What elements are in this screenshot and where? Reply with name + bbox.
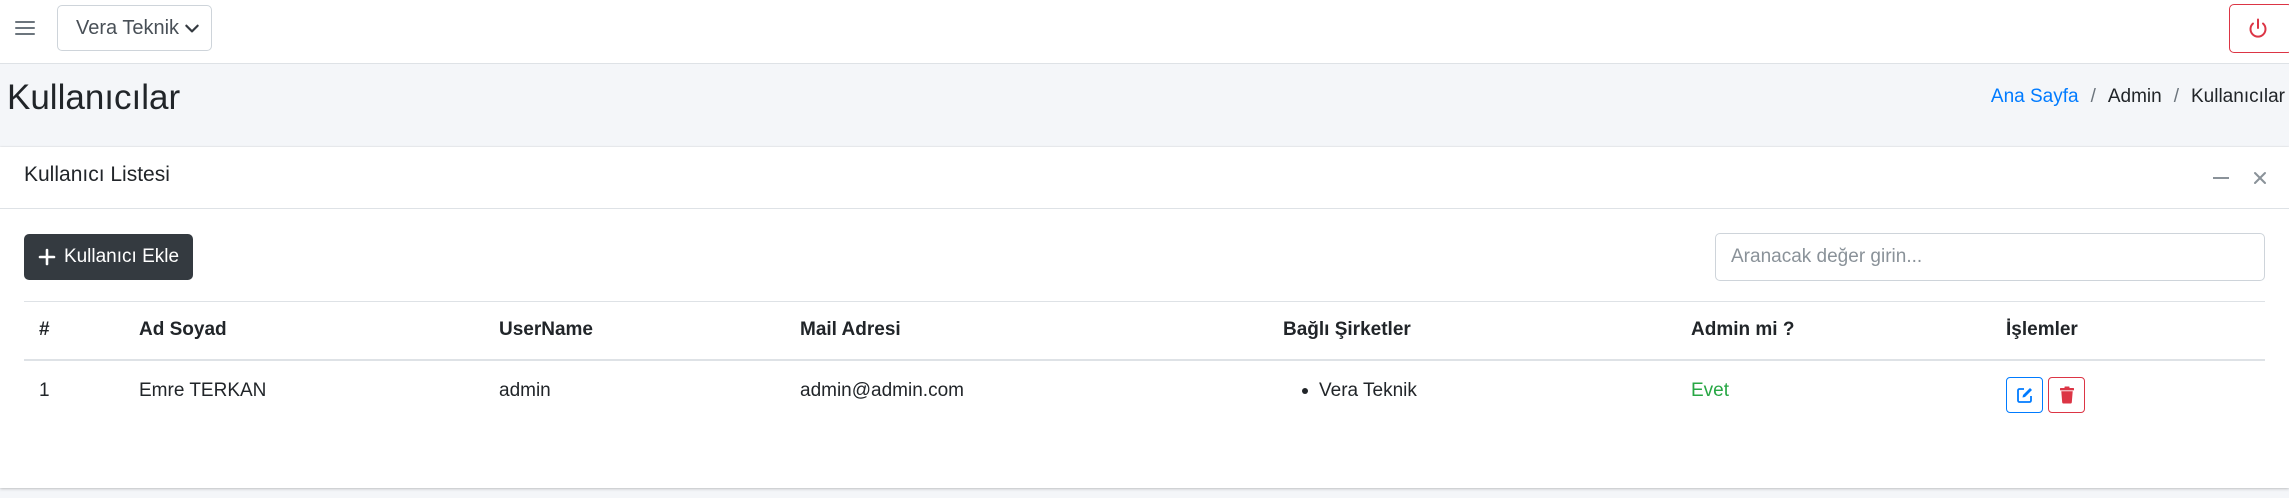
column-header-is-admin: Admin mi ? [1691,319,1795,340]
breadcrumb-home-link[interactable]: Ana Sayfa [1991,86,2079,108]
edit-user-button[interactable] [2006,377,2043,413]
user-list-card: Kullanıcı Listesi Kullanıcı Ekle # Ad So… [0,147,2289,488]
breadcrumb: Ana Sayfa / Admin / Kullanıcılar [1991,86,2285,108]
top-navbar: Vera Teknik [0,0,2289,64]
add-user-label: Kullanıcı Ekle [63,246,180,267]
cell-no: 1 [39,380,50,401]
close-icon[interactable] [2250,168,2270,188]
breadcrumb-current: Kullanıcılar [2191,86,2285,107]
cell-username: admin [499,380,551,401]
minus-icon[interactable] [2213,177,2229,179]
logout-button[interactable] [2229,4,2289,53]
cell-is-admin: Evet [1691,380,1730,401]
column-header-username: UserName [499,319,593,340]
breadcrumb-separator: / [2090,86,2096,107]
trash-icon [2059,386,2074,404]
add-user-button[interactable]: Kullanıcı Ekle [24,234,193,280]
column-header-companies: Bağlı Şirketler [1283,319,1411,340]
page-title: Kullanıcılar [7,78,181,117]
cell-email: admin@admin.com [800,380,964,401]
card-header: Kullanıcı Listesi [0,147,2289,209]
bars-icon-line [15,33,35,35]
breadcrumb-separator: / [2173,86,2179,107]
search-input[interactable] [1715,233,2265,281]
edit-icon [2016,388,2032,403]
table-header-row: # Ad Soyad UserName Mail Adresi Bağlı Şi… [24,301,2265,361]
company-select[interactable]: Vera Teknik [57,5,212,51]
power-icon [2249,18,2267,38]
cell-full-name: Emre TERKAN [139,380,267,401]
delete-user-button[interactable] [2048,377,2085,413]
column-header-email: Mail Adresi [800,319,901,340]
column-header-no: # [39,319,50,340]
column-header-actions: İşlemler [2006,319,2078,340]
table-row: 1 Emre TERKAN admin admin@admin.com Vera… [24,361,2265,424]
bars-icon-line [15,21,35,23]
card-title: Kullanıcı Listesi [24,163,170,186]
cell-company-item: Vera Teknik [1283,380,1417,402]
column-header-full-name: Ad Soyad [139,319,227,340]
users-table: # Ad Soyad UserName Mail Adresi Bağlı Şi… [24,301,2265,424]
chevron-down-icon [185,24,199,33]
bars-icon[interactable] [15,17,35,39]
company-select-value: Vera Teknik [76,16,180,39]
plus-icon [38,248,56,266]
breadcrumb-admin: Admin [2107,86,2162,107]
bars-icon-line [15,27,35,29]
